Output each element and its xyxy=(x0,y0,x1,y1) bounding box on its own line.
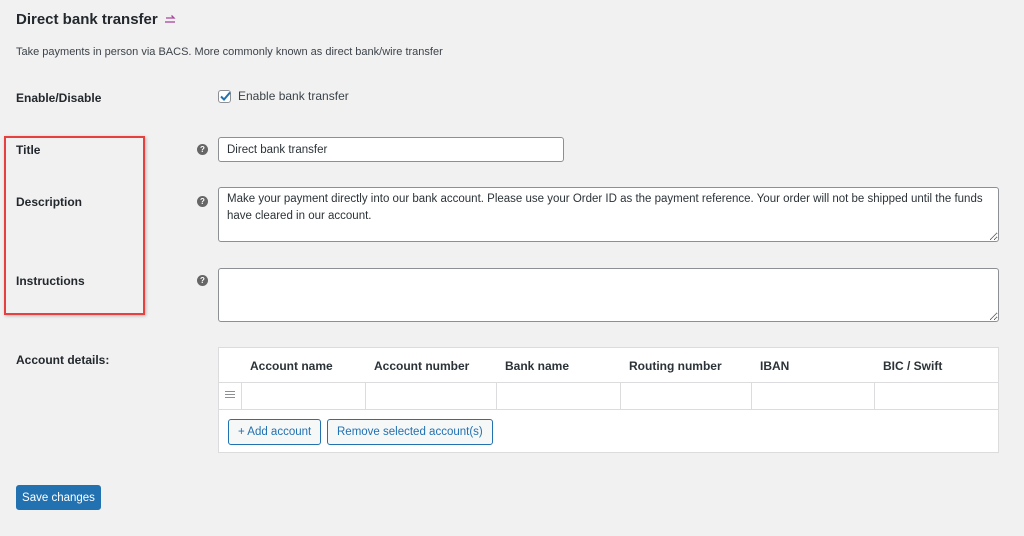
enable-label: Enable/Disable xyxy=(16,91,102,105)
save-changes-button[interactable]: Save changes xyxy=(16,485,101,510)
account-details-table: Account name Account number Bank name Ro… xyxy=(218,347,999,453)
column-header-account-name: Account name xyxy=(250,359,333,373)
drag-handle-icon[interactable] xyxy=(225,391,235,400)
return-arrow-icon[interactable] xyxy=(164,13,176,24)
remove-selected-accounts-button[interactable]: Remove selected account(s) xyxy=(327,419,493,445)
page-heading: Direct bank transfer xyxy=(16,11,176,28)
column-header-account-number: Account number xyxy=(374,359,470,373)
table-row xyxy=(219,383,998,410)
column-header-bank-name: Bank name xyxy=(505,359,570,373)
description-textarea[interactable] xyxy=(218,187,999,242)
instructions-textarea[interactable] xyxy=(218,268,999,322)
account-number-input[interactable] xyxy=(366,383,497,409)
account-name-input[interactable] xyxy=(242,383,366,409)
iban-input[interactable] xyxy=(752,383,875,409)
enable-checkbox[interactable] xyxy=(218,89,231,103)
page-title: Direct bank transfer xyxy=(16,11,158,28)
gateway-description: Take payments in person via BACS. More c… xyxy=(16,46,443,58)
column-header-routing-number: Routing number xyxy=(629,359,722,373)
enable-bank-transfer-checkbox-row[interactable]: Enable bank transfer xyxy=(218,89,349,103)
checkmark-icon xyxy=(220,91,231,101)
column-header-iban: IBAN xyxy=(760,359,790,373)
enable-checkbox-label: Enable bank transfer xyxy=(238,89,349,103)
highlight-box xyxy=(4,136,145,315)
sort-handle-cell[interactable] xyxy=(219,383,242,409)
title-input[interactable] xyxy=(218,137,564,162)
add-account-button[interactable]: + Add account xyxy=(228,419,322,445)
column-header-bic-swift: BIC / Swift xyxy=(883,359,943,373)
routing-number-input[interactable] xyxy=(621,383,752,409)
table-header: Account name Account number Bank name Ro… xyxy=(219,348,998,383)
help-icon[interactable]: ? xyxy=(197,196,208,207)
account-details-label: Account details: xyxy=(16,353,110,367)
help-icon[interactable]: ? xyxy=(197,275,208,286)
bic-swift-input[interactable] xyxy=(875,383,998,409)
bank-name-input[interactable] xyxy=(497,383,621,409)
help-icon[interactable]: ? xyxy=(197,144,208,155)
payment-settings-page: Direct bank transfer Take payments in pe… xyxy=(0,0,1024,536)
